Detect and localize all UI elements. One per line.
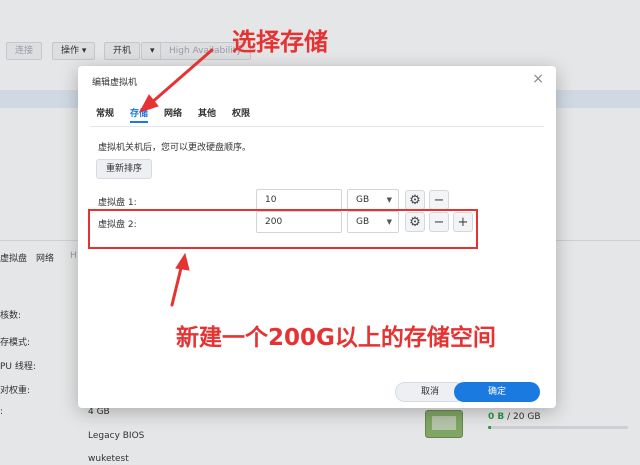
arrow-to-storage-tab [148,48,214,106]
annotation-select-storage: 选择存储 [232,28,328,56]
arrow-to-disk-row [170,262,184,307]
annotation-create-storage: 新建一个200G以上的存储空间 [176,325,496,351]
arrow-head-bottom [175,252,190,271]
annotation-arrows [138,48,214,307]
